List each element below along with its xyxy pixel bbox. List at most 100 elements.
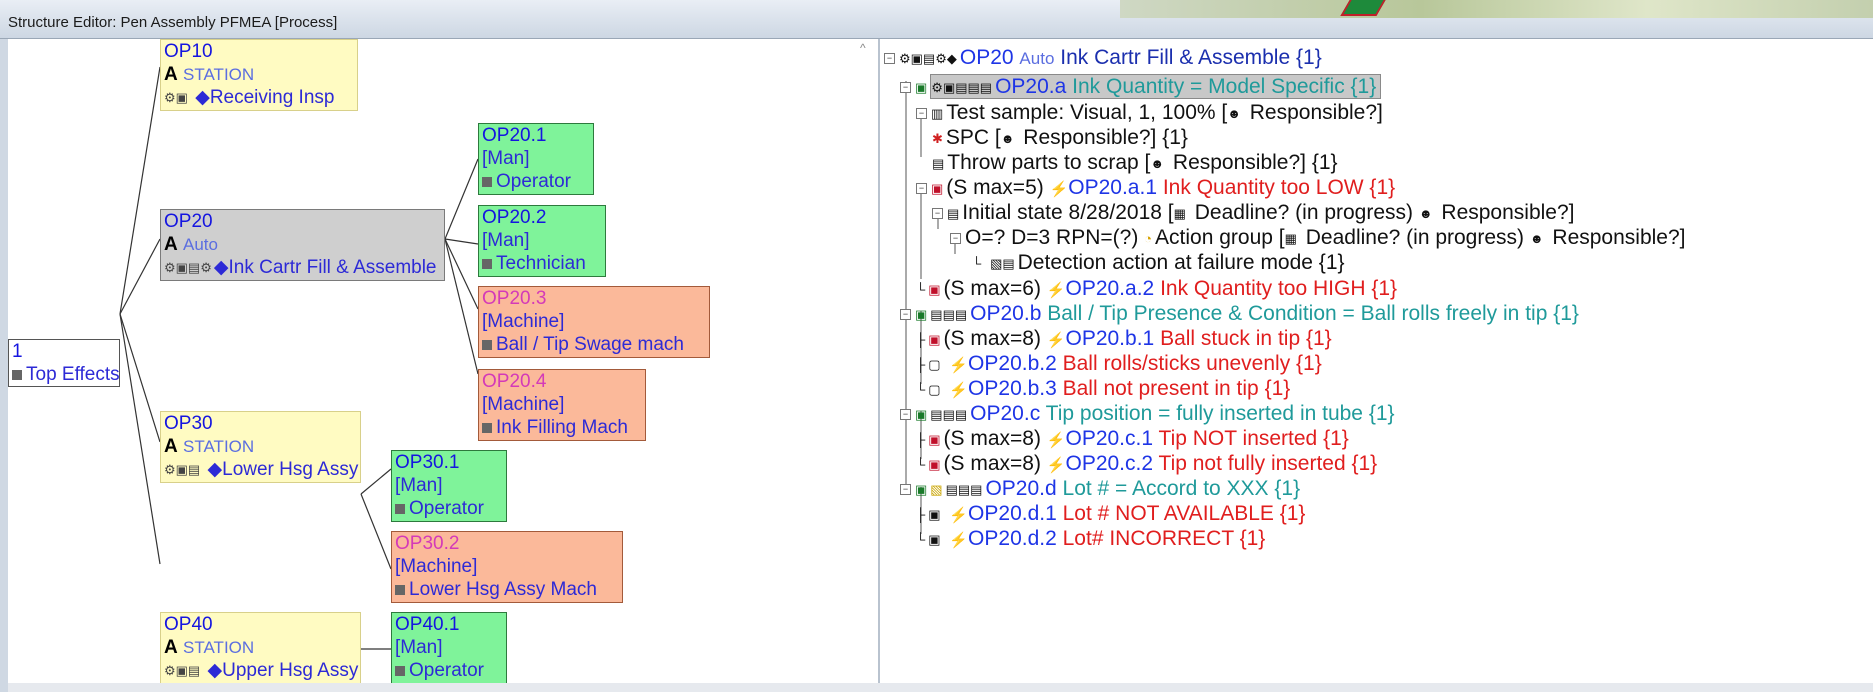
failure-row-op20a1[interactable]: − ▣ (S max=5) ⚡OP20.a.1 Ink Quantity too L… (916, 175, 1395, 202)
structure-tree-pane[interactable]: 1 Top Effects OP10 A STATION ⚙▣ ◆Receivi… (8, 39, 879, 689)
station-node-op20[interactable]: OP20 A Auto ⚙▣▤⚙ ◆Ink Cartr Fill & Assemb… (160, 209, 445, 281)
station-node-op40[interactable]: OP40 A STATION ⚙▣▤ ◆Upper Hsg Assy (160, 612, 361, 684)
failure-empty-icon: ▢ (928, 356, 941, 372)
square-icon (12, 369, 22, 380)
failure-icon: ▣ (928, 456, 941, 472)
we-type: [Man] (395, 637, 443, 658)
collapse-toggle[interactable]: − (900, 81, 911, 93)
work-element-op40-1[interactable]: OP40.1 [Man] Operator (391, 612, 507, 684)
we-id: OP20.3 (482, 288, 547, 309)
lightning-icon: ⚡ (1046, 282, 1066, 299)
action-row-detection[interactable]: └ ▧▤ Detection action at failure mode {1} (972, 250, 1345, 276)
row-id: OP20.c.2 (1065, 452, 1154, 475)
control-row-test-sample[interactable]: − ▥ Test sample: Visual, 1, 100% [☻ Respon… (916, 100, 1383, 126)
row-count: {1} (1296, 46, 1322, 69)
we-name: Operator (409, 498, 484, 519)
failure-row-op20c2[interactable]: └ ▣ (S max=8) ⚡OP20.c.2 Tip not fully inse… (916, 451, 1377, 478)
row-text: Initial state 8/28/2018 [ (962, 201, 1174, 224)
station-name: Lower Hsg Assy (222, 459, 359, 480)
failure-icon: ▣ (928, 431, 941, 447)
we-type: [Machine] (395, 556, 478, 577)
station-id: OP30 (164, 413, 213, 434)
station-kind: STATION (183, 437, 255, 456)
row-text: Tip position = fully inserted in tube {1… (1045, 402, 1395, 425)
function-row-op20d[interactable]: − ▣ ▧ ▤▤▤ OP20.d Lot # = Accord to XXX {1} (900, 476, 1300, 502)
row-text: Test sample: Visual, 1, 100% [ (946, 101, 1228, 124)
station-kind: Auto (183, 235, 218, 254)
window-titlebar: Structure Editor: Pen Assembly PFMEA [Pr… (0, 0, 1873, 39)
row-text: Detection action at failure mode {1} (1017, 251, 1345, 274)
failure-empty-icon: ▢ (928, 381, 941, 397)
person-icon: ☻ (1000, 130, 1015, 146)
root-id: 1 (12, 341, 23, 362)
structure-icons: ▤▤▤ (930, 306, 968, 322)
function-row-op20a[interactable]: − ▣ ⚙▣▤▤▤ OP20.a Ink Quantity = Model Speci… (900, 74, 1382, 100)
collapse-toggle[interactable]: − (900, 308, 911, 320)
square-icon (395, 665, 405, 676)
tree-row-root[interactable]: − ⚙▣▤⚙◆ OP20 Auto Ink Cartr Fill & Assembl… (884, 45, 1322, 71)
action-icons: ▧▤ (990, 255, 1015, 271)
work-element-op30-2[interactable]: OP30.2 [Machine] Lower Hsg Assy Mach (391, 531, 623, 603)
lightning-icon: ⚡ (949, 507, 969, 524)
failure-row-op20c1[interactable]: ├ ▣ (S max=8) ⚡OP20.c.1 Tip NOT inserted {… (916, 426, 1349, 453)
collapse-toggle[interactable]: − (916, 182, 927, 194)
scroll-up-arrow-icon[interactable]: ^ (860, 41, 866, 55)
row-severity: (S max=8) (943, 327, 1047, 350)
work-element-op20-2[interactable]: OP20.2 [Man] Technician (478, 205, 606, 277)
work-element-op20-3[interactable]: OP20.3 [Machine] Ball / Tip Swage mach (478, 286, 710, 358)
collapse-toggle[interactable]: − (950, 232, 961, 244)
we-name: Technician (496, 253, 586, 274)
note-icon: ▧ (930, 481, 943, 497)
failure-row-op20b3[interactable]: └ ▢ ⚡OP20.b.3 Ball not present in tip {1} (916, 376, 1290, 403)
row-text: Tip not fully inserted {1} (1158, 452, 1378, 475)
function-row-op20b[interactable]: − ▣ ▤▤▤ OP20.b Ball / Tip Presence & Condit… (900, 301, 1579, 327)
tree-root-node[interactable]: 1 Top Effects (8, 339, 120, 387)
control-row-scrap[interactable]: ▤ Throw parts to scrap [☻ Responsible?] {… (932, 150, 1338, 176)
row-text: Lot # NOT AVAILABLE {1} (1062, 502, 1306, 525)
row-name: Ink Cartr Fill & Assemble (1060, 46, 1291, 69)
failure-row-op20d1[interactable]: ├ ▣ ⚡OP20.d.1 Lot # NOT AVAILABLE {1} (916, 501, 1305, 528)
lightning-icon: ⚡ (949, 357, 969, 374)
horizontal-scrollbar[interactable] (8, 683, 1873, 692)
structure-icons: ▤▤▤ (930, 406, 968, 422)
row-id: OP20.b.3 (968, 377, 1057, 400)
function-icon: ▣ (915, 481, 928, 497)
station-id: OP10 (164, 41, 213, 62)
we-id: OP20.1 (482, 125, 547, 146)
function-tree-pane[interactable]: − ⚙▣▤⚙◆ OP20 Auto Ink Cartr Fill & Assembl… (880, 39, 1873, 689)
state-row-initial[interactable]: − ▤ Initial state 8/28/2018 [▦ Deadline? (… (932, 200, 1575, 226)
collapse-toggle[interactable]: − (884, 52, 895, 64)
we-name: Operator (496, 171, 571, 192)
collapse-toggle[interactable]: − (932, 207, 943, 219)
we-id: OP30.1 (395, 452, 460, 473)
station-node-op30[interactable]: OP30 A STATION ⚙▣▤ ◆Lower Hsg Assy (160, 411, 361, 483)
work-element-op30-1[interactable]: OP30.1 [Man] Operator (391, 450, 507, 522)
work-element-op20-4[interactable]: OP20.4 [Machine] Ink Filling Mach (478, 369, 646, 441)
station-kind: STATION (183, 638, 255, 657)
tree-branch-icon: └ (916, 456, 926, 472)
collapse-toggle[interactable]: − (900, 408, 911, 420)
action-group-row[interactable]: − O=? D=3 RPN=(?) ◔ Action group [▦ Deadli… (950, 225, 1686, 251)
collapse-toggle[interactable]: − (900, 483, 911, 495)
failure-row-op20b1[interactable]: ├ ▣ (S max=8) ⚡OP20.b.1 Ball stuck in tip … (916, 326, 1332, 353)
row-id: OP20 (959, 46, 1014, 69)
failure-row-op20d2[interactable]: └ ▣ ⚡OP20.d.2 Lot# INCORRECT {1} (916, 526, 1265, 553)
collapse-toggle[interactable]: − (916, 107, 927, 119)
row-severity: (S max=5) (946, 176, 1050, 199)
state-icon: ▤ (947, 205, 960, 221)
row-id: OP20.a.1 (1068, 176, 1157, 199)
failure-row-op20b2[interactable]: ├ ▢ ⚡OP20.b.2 Ball rolls/sticks unevenly … (916, 351, 1322, 378)
failure-row-op20a2[interactable]: └ ▣ (S max=6) ⚡OP20.a.2 Ink Quantity too H… (916, 276, 1397, 303)
spc-icon: ✱ (932, 130, 943, 146)
control-row-spc[interactable]: ✱ SPC [☻ Responsible?] {1} (932, 125, 1188, 151)
we-name: Ink Filling Mach (496, 417, 628, 438)
we-type: [Machine] (482, 394, 565, 415)
failure-icon: ▣ (928, 281, 941, 297)
row-text: Ball / Tip Presence & Condition = Ball r… (1047, 302, 1579, 325)
we-id: OP40.1 (395, 614, 460, 635)
station-node-op10[interactable]: OP10 A STATION ⚙▣ ◆Receiving Insp (160, 39, 358, 111)
calendar-icon: ▦ (1173, 205, 1186, 221)
row-deadline: Deadline? (in progress) (1305, 226, 1525, 249)
function-row-op20c[interactable]: − ▣ ▤▤▤ OP20.c Tip position = fully inserte… (900, 401, 1395, 427)
work-element-op20-1[interactable]: OP20.1 [Man] Operator (478, 123, 594, 195)
